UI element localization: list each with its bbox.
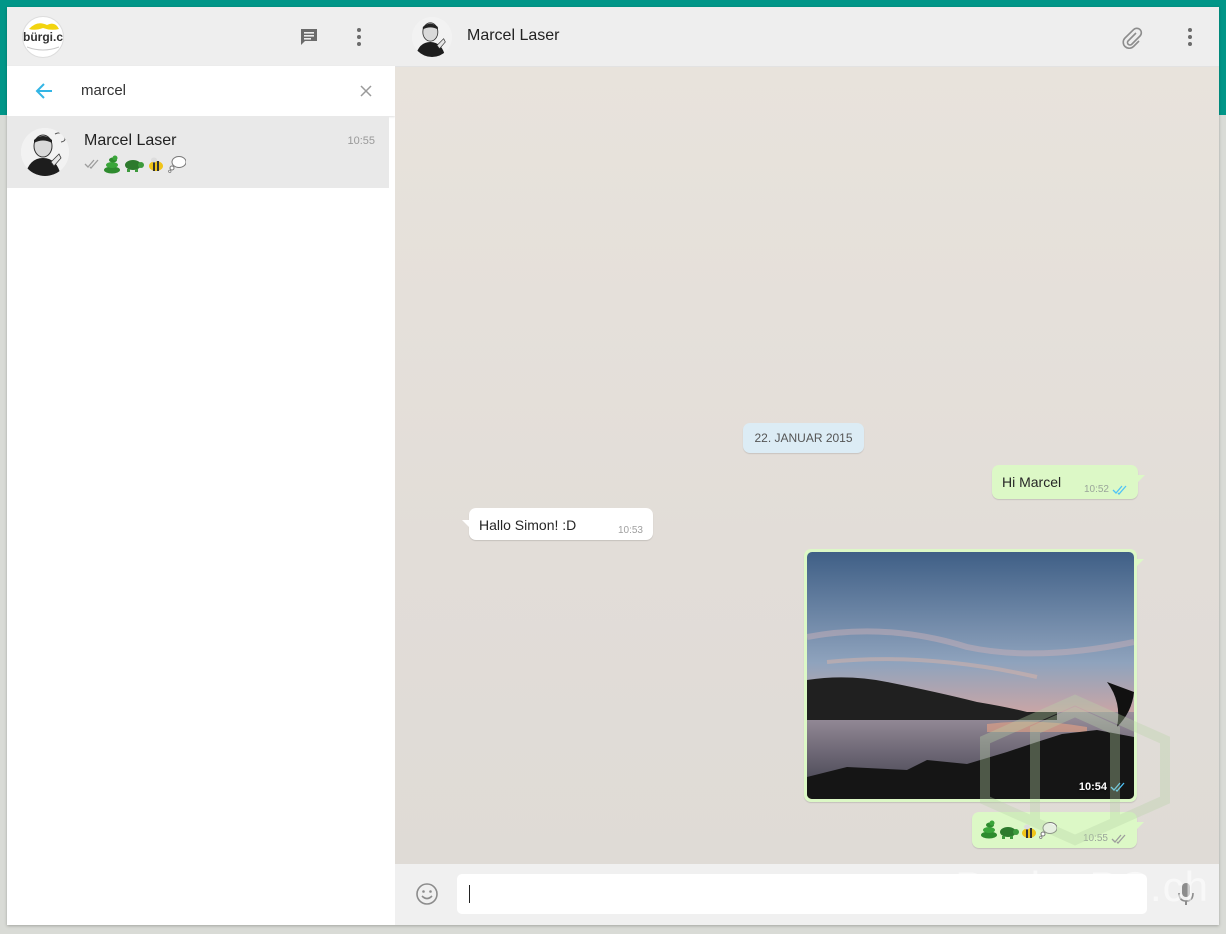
emoji-icon[interactable]: [414, 881, 440, 907]
message-list[interactable]: 22. JANUAR 2015 Hi Marcel 10:52 Hallo Si…: [395, 67, 1219, 864]
clear-icon[interactable]: [353, 78, 379, 104]
message-meta: 10:52: [1084, 484, 1128, 495]
chat-list-item[interactable]: Marcel Laser 10:55: [7, 116, 389, 188]
bubble-tail: [1136, 559, 1144, 567]
attach-icon[interactable]: [1119, 25, 1145, 51]
chat-time: 10:55: [347, 135, 375, 147]
profile-header: bürgi.ch: [7, 7, 395, 66]
back-arrow-icon[interactable]: [31, 78, 57, 104]
date-separator: 22. JANUAR 2015: [743, 423, 864, 453]
double-check-icon: [84, 159, 99, 169]
conversation-pane: Marcel Laser 22. JANUAR 2015 Hi Marcel 1…: [395, 7, 1219, 925]
new-chat-icon[interactable]: [296, 24, 322, 50]
search-input[interactable]: [81, 78, 341, 102]
whatsapp-web-window: bürgi.ch: [7, 7, 1219, 925]
turtle-emoji-icon: [125, 160, 144, 172]
bubble-tail: [1137, 475, 1145, 483]
contact-name[interactable]: Marcel Laser: [467, 27, 559, 45]
message-meta: 10:53: [618, 525, 643, 536]
logo-text: bürgi.ch: [23, 30, 64, 44]
message-bubble-incoming[interactable]: Hallo Simon! :D 10:53: [462, 508, 653, 540]
menu-icon[interactable]: [346, 24, 372, 50]
thought-balloon-emoji-icon: [168, 156, 186, 173]
search-bar: [7, 66, 395, 116]
chat-name: Marcel Laser: [84, 132, 177, 149]
double-check-icon: [1112, 485, 1127, 495]
contact-avatar[interactable]: [412, 17, 452, 57]
watermark-text: PocketPC.ch: [955, 863, 1209, 910]
menu-icon[interactable]: [1177, 24, 1203, 50]
bubble-tail: [462, 520, 470, 528]
message-time: 10:53: [617, 525, 643, 536]
chat-preview: [84, 154, 186, 174]
message-time: 10:52: [1083, 484, 1109, 495]
message-text: Hallo Simon! :D: [479, 517, 577, 533]
message-text: Hi Marcel: [1002, 474, 1062, 490]
profile-avatar[interactable]: bürgi.ch: [22, 16, 64, 58]
text-caret: [469, 885, 470, 903]
contact-avatar: [21, 128, 69, 176]
message-bubble-outgoing[interactable]: Hi Marcel 10:52: [992, 465, 1145, 499]
watermark-logo: [980, 694, 1170, 846]
snake-emoji-icon: [104, 155, 120, 174]
chat-list-pane: bürgi.ch: [7, 7, 396, 925]
bee-emoji-icon: [149, 157, 163, 171]
conversation-header: Marcel Laser: [395, 7, 1219, 67]
